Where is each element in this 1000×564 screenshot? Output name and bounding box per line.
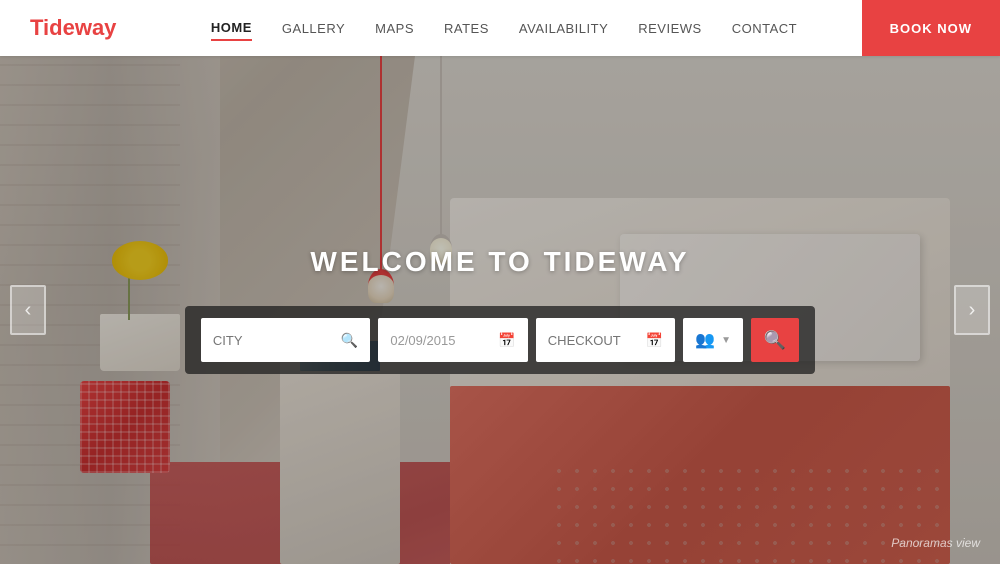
carousel-next-button[interactable]: › [954,285,990,335]
main-nav: HOME GALLERY MAPS RATES AVAILABILITY REV… [146,16,861,41]
nav-home[interactable]: HOME [211,16,252,41]
search-button[interactable]: 🔍 [751,318,799,362]
search-icon: 🔍 [341,332,358,349]
logo: Tideway [0,15,146,41]
hero-section: WELCOME TO TIDEWAY 🔍 📅 📅 👥 ▼ [0,56,1000,564]
checkin-field[interactable]: 📅 [378,318,527,362]
calendar-checkout-icon: 📅 [646,332,663,349]
nav-contact[interactable]: CONTACT [732,17,797,40]
nav-gallery[interactable]: GALLERY [282,17,345,40]
checkout-field[interactable]: 📅 [536,318,675,362]
nav-maps[interactable]: MAPS [375,17,414,40]
search-bar: 🔍 📅 📅 👥 ▼ 🔍 [185,306,815,374]
city-field[interactable]: 🔍 [201,318,370,362]
checkout-input[interactable] [548,333,638,348]
panoramas-label: Panoramas view [891,536,980,550]
header: Tideway HOME GALLERY MAPS RATES AVAILABI… [0,0,1000,56]
city-input[interactable] [213,333,333,348]
search-magnifier-icon: 🔍 [764,330,786,351]
nav-reviews[interactable]: REVIEWS [638,17,701,40]
hero-title: WELCOME TO TIDEWAY [310,246,689,278]
hero-content: WELCOME TO TIDEWAY 🔍 📅 📅 👥 ▼ [185,246,815,374]
checkin-input[interactable] [390,333,490,348]
guests-field[interactable]: 👥 ▼ [683,318,743,362]
calendar-icon: 📅 [498,332,515,349]
nav-availability[interactable]: AVAILABILITY [519,17,608,40]
guests-icon: 👥 [695,330,715,350]
nav-rates[interactable]: RATES [444,17,489,40]
book-now-button[interactable]: BOOK NOW [862,0,1000,56]
chevron-down-icon: ▼ [721,335,731,346]
carousel-prev-button[interactable]: ‹ [10,285,46,335]
